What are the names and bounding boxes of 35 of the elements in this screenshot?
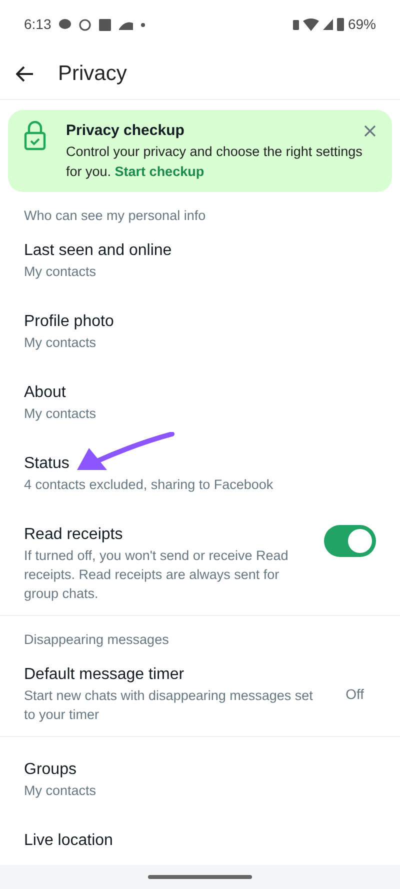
status-time: 6:13 [24,15,52,34]
wifi-icon [302,18,319,32]
card-title: Privacy checkup [66,120,184,140]
setting-title: Default message timer [24,665,184,685]
setting-description: My contacts [24,334,98,352]
dot-icon [141,22,146,27]
clock-icon [79,18,92,31]
setting-title: Last seen and online [24,240,172,261]
signal-icon [322,19,333,30]
setting-title: Status [24,454,70,474]
section-header: Disappearing messages [23,630,170,649]
setting-description: My contacts [24,782,98,800]
setting-value: Off [346,684,365,704]
setting-title: Groups [24,760,76,780]
setting-description: Start new chats with disappearing messages set to your timer [24,687,314,724]
toggle-switch[interactable] [324,524,376,557]
setting-title: About [24,382,66,403]
setting-description: 4 contacts excluded, sharing to Facebook [24,476,274,494]
battery-percent: 69% [348,15,376,34]
padlock-icon [24,120,46,150]
close-icon[interactable] [364,124,376,136]
page-title: Privacy [58,61,127,88]
vibrate-icon [292,20,299,30]
setting-title: Live location [24,831,113,851]
setting-title: Read receipts [24,524,123,545]
chat-bubble-icon [59,19,72,30]
battery-icon [336,18,344,32]
section-header: Who can see my personal info [23,206,207,225]
setting-description: My contacts [24,262,98,281]
back-arrow-icon[interactable] [16,66,34,82]
setting-title: Profile photo [24,312,114,332]
setting-description: My contacts [24,404,98,423]
card-description: Control your privacy and choose the right settings for you. Start checkup [66,142,364,181]
start-checkup-link[interactable]: Start checkup [114,164,204,178]
setting-description: If turned off, you won't send or receive Read receipts. Read receipts are always sent for group chats. [24,546,290,603]
